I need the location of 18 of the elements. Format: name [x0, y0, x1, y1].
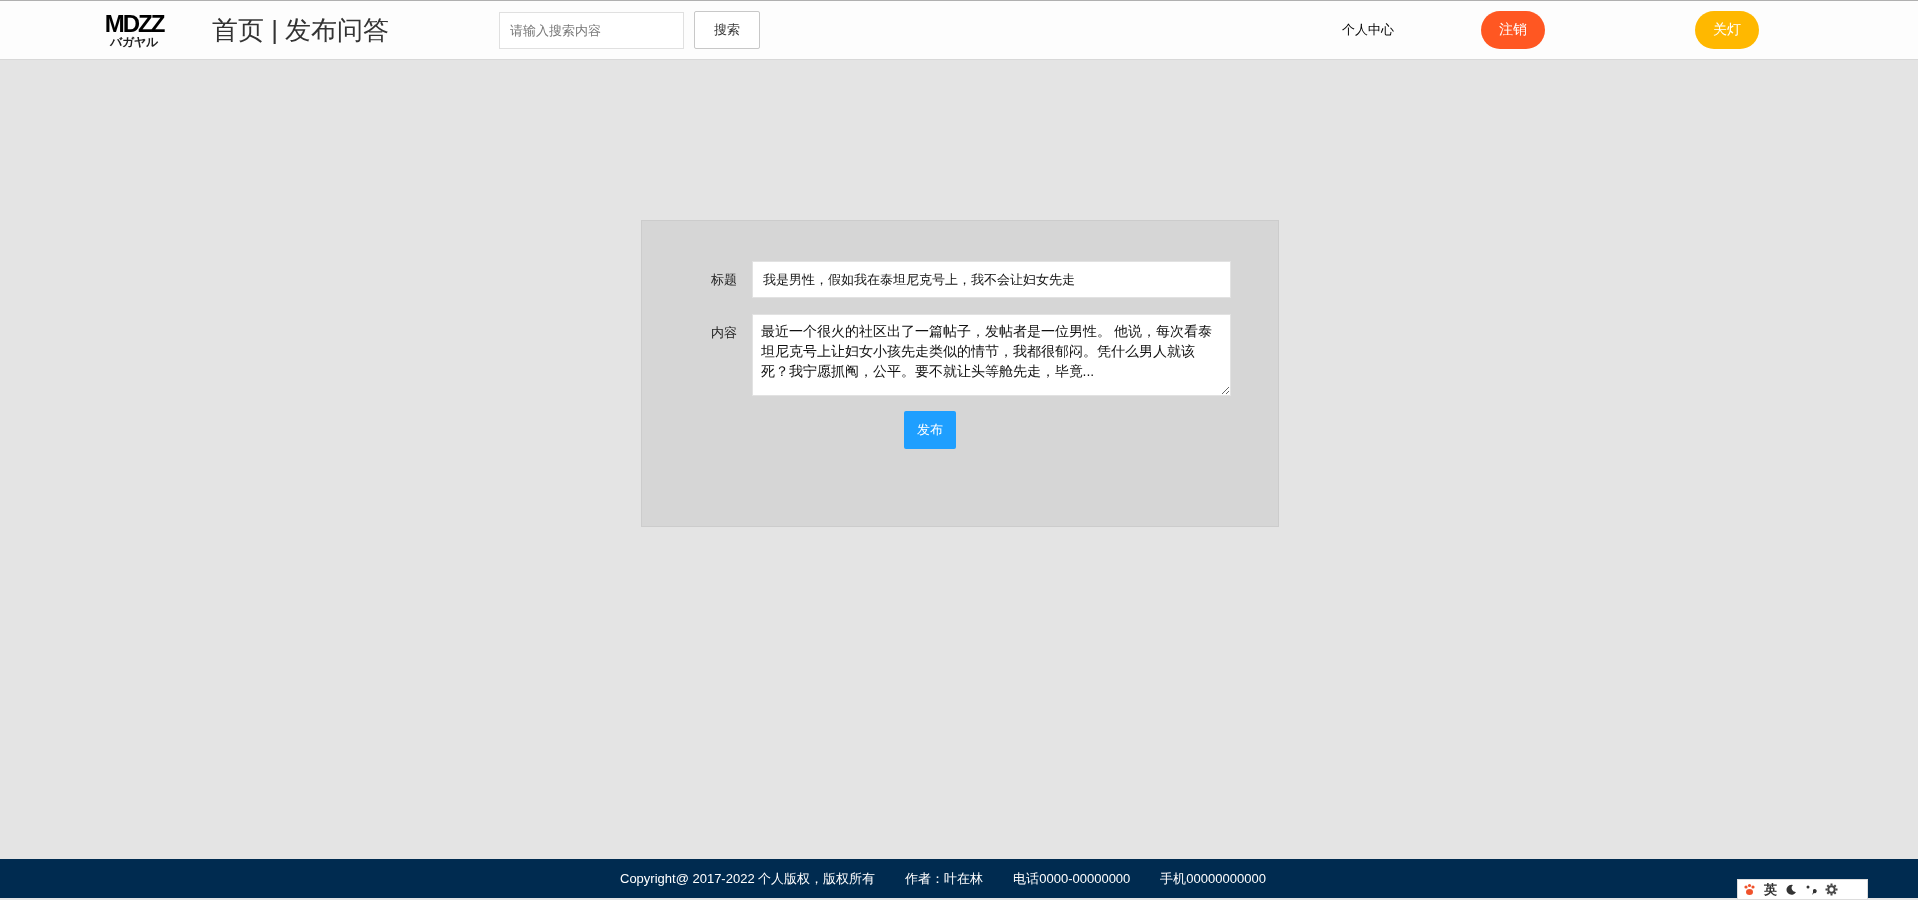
settings-icon[interactable]: [1825, 883, 1838, 896]
footer-text: Copyright@ 2017-2022 个人版权，版权所有: [620, 869, 876, 888]
footer-text: 手机00000000000: [1160, 869, 1266, 888]
search-field[interactable]: 请输入搜索内容: [499, 11, 685, 49]
title-field[interactable]: 我是男性，假如我在泰坦尼克号上，我不会让妇女先走: [751, 261, 1231, 298]
page-title: 首页 | 发布问答: [212, 13, 390, 47]
logo-subtext: バガヤル: [110, 35, 158, 49]
field-label: 标题: [709, 271, 738, 289]
field-label: 内容: [709, 324, 738, 342]
content-field[interactable]: 最近一个很火的社区出了一篇帖子，发帖者是一位男性。 他说，每次看泰坦尼克号上让妇女小孩先走类似的情节，我都很郁闷。凭什么男人就该死？我宁愿抓阄，公平。要不就让头等舱先走，毕竟...: [751, 314, 1231, 396]
user-center-link[interactable]: 个人中心: [1342, 21, 1395, 39]
moon-icon[interactable]: [1785, 883, 1797, 896]
search-button[interactable]: 搜索: [694, 11, 761, 49]
logo-text: MDZZ: [104, 11, 164, 36]
footer-text: 作者：叶在林: [905, 869, 984, 888]
footer-text: 电话0000-00000000: [1013, 869, 1131, 888]
paw-icon[interactable]: [1743, 883, 1756, 896]
ime-mode[interactable]: 英: [1764, 880, 1777, 899]
